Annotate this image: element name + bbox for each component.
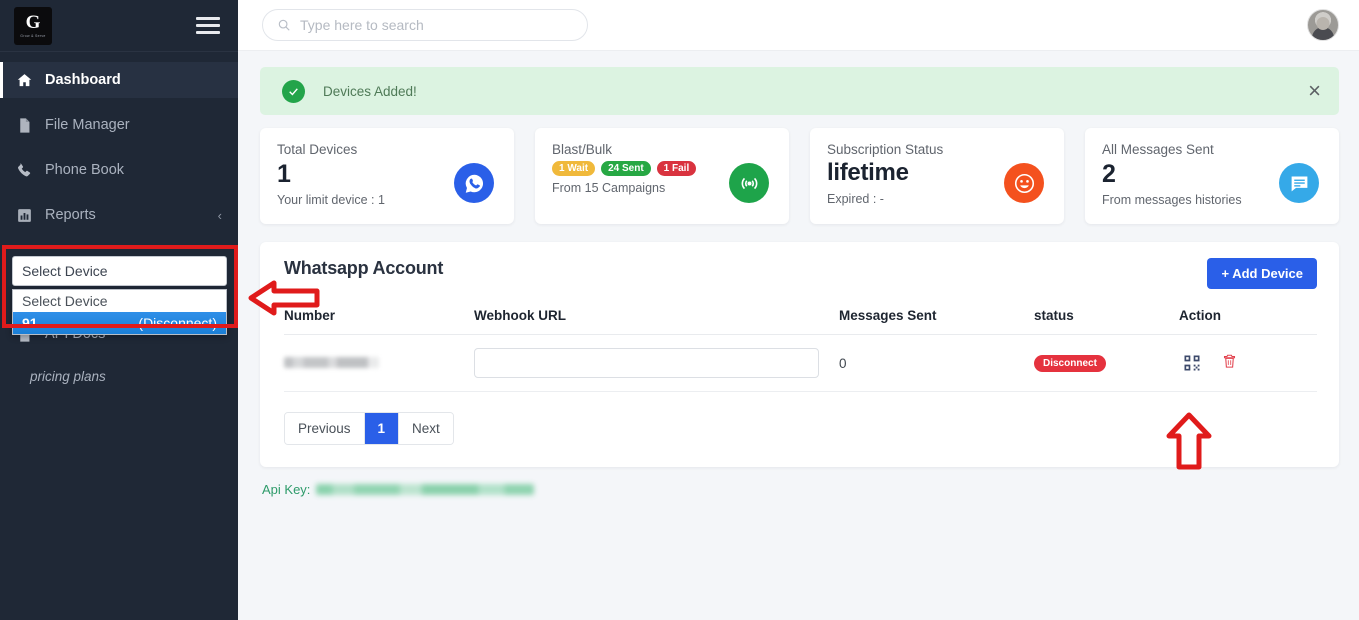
card-blast-bulk: Blast/Bulk 1 Wait 24 Sent 1 Fail From 15…: [535, 128, 789, 224]
column-header-status: status: [1034, 308, 1179, 335]
redacted-phone-number: [284, 356, 379, 368]
redacted-api-key: [316, 484, 535, 495]
logo-letter: G: [25, 12, 41, 33]
card-footer: From 15 Campaigns: [552, 181, 666, 195]
sidebar-item-label: File Manager: [45, 117, 130, 133]
badge-sent: 24 Sent: [601, 161, 651, 176]
left-arrow-annotation: [248, 280, 320, 316]
app-logo[interactable]: G Grow & Serve: [14, 6, 52, 45]
cell-webhook-url: [474, 334, 839, 392]
device-option-placeholder[interactable]: Select Device: [13, 290, 226, 312]
cell-action: [1179, 334, 1317, 392]
main-area: Devices Added! × Total Devices 1 Your li…: [238, 0, 1359, 620]
table-header-row: Number Webhook URL Messages Sent status …: [284, 308, 1317, 335]
sidebar-item-file-manager[interactable]: File Manager: [0, 107, 238, 143]
document-icon: [20, 117, 30, 133]
pagination: Previous 1 Next: [284, 412, 454, 445]
add-device-button[interactable]: + Add Device: [1207, 258, 1317, 289]
badge-wait: 1 Wait: [552, 161, 596, 176]
card-title: Subscription Status: [827, 142, 944, 157]
column-header-webhook-url: Webhook URL: [474, 308, 839, 335]
table-row: 0 Disconnect: [284, 334, 1317, 392]
sidebar: G Grow & Serve Dashboard File Manager Ph…: [0, 0, 238, 620]
sidebar-item-phone-book[interactable]: Phone Book: [0, 152, 238, 188]
close-icon[interactable]: ×: [1308, 80, 1321, 102]
card-footer: From messages histories: [1102, 193, 1242, 207]
card-title: Total Devices: [277, 142, 358, 157]
cell-status: Disconnect: [1034, 334, 1179, 392]
check-circle-icon: [282, 79, 305, 103]
chart-icon: [18, 208, 31, 222]
device-option-number: 91: [22, 315, 38, 331]
card-all-messages-sent: All Messages Sent 2 From messages histor…: [1085, 128, 1339, 224]
sidebar-item-label: Dashboard: [45, 72, 121, 88]
qr-code-icon[interactable]: [1179, 351, 1204, 376]
hamburger-icon[interactable]: [192, 13, 224, 38]
home-icon: [17, 73, 32, 86]
sidebar-item-dashboard[interactable]: Dashboard: [0, 62, 238, 98]
card-title: Blast/Bulk: [552, 142, 613, 157]
broadcast-icon: [729, 163, 769, 203]
pagination-page-1[interactable]: 1: [364, 413, 400, 444]
device-select-value: Select Device: [22, 263, 108, 279]
device-option-state: (Disconnect): [138, 315, 217, 331]
sidebar-item-label: pricing plans: [30, 368, 106, 384]
sidebar-item-label: Phone Book: [45, 162, 125, 178]
search-box[interactable]: [262, 9, 588, 41]
up-arrow-annotation: [1166, 412, 1212, 470]
api-key-label: Api Key:: [262, 482, 311, 497]
devices-table: Number Webhook URL Messages Sent status …: [284, 308, 1317, 392]
sidebar-item-label: Reports: [45, 207, 96, 223]
card-value: 1: [277, 160, 291, 188]
whatsapp-icon: [454, 163, 494, 203]
panel-header: Whatsapp Account + Add Device: [284, 258, 1317, 289]
card-title: All Messages Sent: [1102, 142, 1214, 157]
pagination-next[interactable]: Next: [399, 413, 453, 444]
smiley-icon: [1004, 163, 1044, 203]
card-value: 2: [1102, 160, 1116, 188]
campaign-badges: 1 Wait 24 Sent 1 Fail: [552, 161, 697, 176]
search-input[interactable]: [300, 17, 573, 33]
webhook-url-input[interactable]: [474, 348, 819, 378]
cell-number: [284, 334, 474, 392]
card-footer: Your limit device : 1: [277, 193, 385, 207]
column-header-messages-sent: Messages Sent: [839, 308, 1034, 335]
phone-icon: [18, 163, 31, 176]
card-subscription-status: Subscription Status lifetime Expired : -: [810, 128, 1064, 224]
card-total-devices: Total Devices 1 Your limit device : 1: [260, 128, 514, 224]
device-option-91[interactable]: 91 (Disconnect): [13, 312, 226, 334]
trash-icon[interactable]: [1222, 353, 1237, 373]
success-alert: Devices Added! ×: [260, 67, 1339, 115]
card-footer: Expired : -: [827, 191, 884, 206]
chat-icon: [1279, 163, 1319, 203]
device-select-wrapper: Select Device Select Device 91 (Disconne…: [12, 256, 227, 335]
cell-messages-sent: 0: [839, 334, 1034, 392]
device-option-label: Select Device: [22, 293, 108, 309]
sidebar-brand: G Grow & Serve: [0, 0, 238, 52]
api-key-row: Api Key:: [262, 482, 1339, 497]
logo-subtitle: Grow & Serve: [20, 34, 46, 38]
avatar[interactable]: [1307, 9, 1339, 41]
sidebar-item-pricing-plans[interactable]: pricing plans: [0, 358, 238, 394]
sidebar-menu: Dashboard File Manager Phone Book Report…: [0, 52, 238, 384]
device-select-dropdown: Select Device 91 (Disconnect): [12, 289, 227, 335]
search-icon: [278, 19, 290, 31]
page-title: Whatsapp Account: [284, 258, 444, 278]
card-value: lifetime: [827, 159, 909, 186]
pagination-previous[interactable]: Previous: [285, 413, 365, 444]
status-badge: Disconnect: [1034, 355, 1106, 373]
badge-fail: 1 Fail: [656, 161, 697, 176]
topbar: [238, 0, 1359, 51]
column-header-action: Action: [1179, 308, 1317, 335]
device-select[interactable]: Select Device: [12, 256, 227, 286]
chevron-left-icon: ‹: [217, 207, 222, 223]
sidebar-item-reports[interactable]: Reports ‹: [0, 197, 238, 233]
alert-message: Devices Added!: [323, 83, 417, 99]
stat-cards: Total Devices 1 Your limit device : 1 Bl…: [260, 128, 1339, 224]
app-root: G Grow & Serve Dashboard File Manager Ph…: [0, 0, 1359, 620]
